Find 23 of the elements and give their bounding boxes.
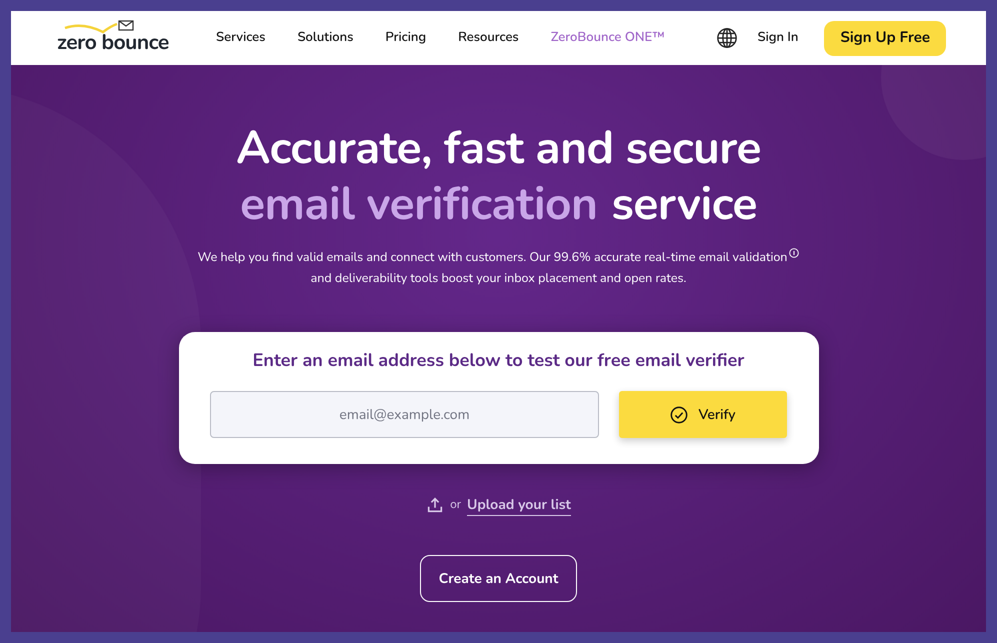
nav-link[interactable]: ZeroBounce ONE™ [550,28,665,48]
upload-prefix: or [450,496,462,514]
verify-button[interactable]: Verify [619,391,787,438]
hero-title-accent: email verification [240,177,598,233]
info-icon[interactable] [789,248,800,258]
sign-up-button[interactable]: Sign Up Free [824,20,946,56]
check-circle-icon [670,406,688,424]
email-input-field[interactable]: email@example.com [210,391,599,438]
nav-link[interactable]: Pricing [385,28,426,48]
nav-link[interactable]: Solutions [297,28,354,48]
nav-link[interactable]: Services [216,28,266,48]
hero-description: We help you find valid emails and connect with customers. Our 99.6% accurate real-time email validation [198,248,788,268]
globe-icon[interactable] [716,27,738,49]
upload-list-link[interactable]: Upload your list [467,494,571,516]
hero-description: and deliverability tools boost your inbox placement and open rates. [310,269,686,289]
logo[interactable]: zero bounce [57,18,172,58]
upload-icon[interactable] [426,496,444,514]
create-account-button[interactable]: Create an Account [420,555,577,602]
nav-link[interactable]: Resources [458,28,519,48]
sign-in-link[interactable]: Sign In [758,28,798,48]
hero-title: service [611,177,757,233]
verifier-heading: Enter an email address below to test our free email verifier [252,348,744,375]
hero-title: Accurate, fast and secure [236,121,761,177]
